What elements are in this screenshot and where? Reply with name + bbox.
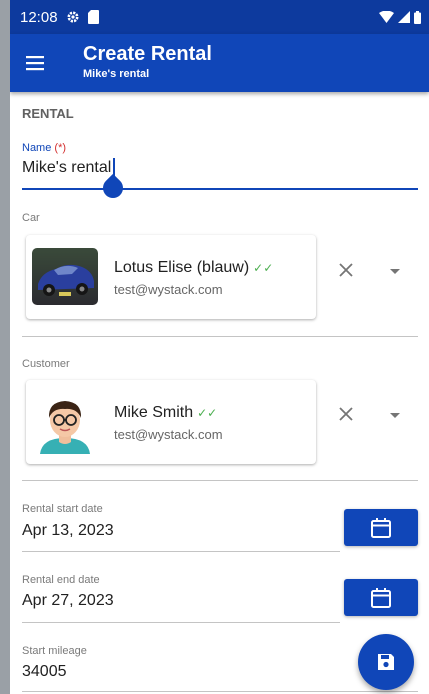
status-bar: 12:08 [10, 0, 429, 34]
wifi-icon [379, 11, 394, 23]
rental-start-calendar-button[interactable] [344, 509, 418, 546]
section-heading: RENTAL [22, 106, 74, 121]
save-icon [378, 654, 394, 670]
signal-icon [398, 11, 410, 23]
verified-icon: ✓✓ [253, 261, 274, 275]
gear-icon [67, 11, 79, 23]
dropdown-arrow-icon[interactable] [388, 408, 402, 422]
calendar-icon [371, 587, 391, 608]
rental-end-input[interactable]: Apr 27, 2023 [22, 592, 114, 610]
customer-avatar [40, 401, 90, 454]
app-bar: Create Rental Mike's rental [10, 34, 429, 92]
close-icon[interactable] [336, 260, 356, 280]
page-subtitle: Mike's rental [83, 68, 150, 80]
car-title: Lotus Elise (blauw) ✓✓ [114, 259, 274, 276]
status-time: 12:08 [20, 8, 58, 26]
car-card[interactable]: Lotus Elise (blauw) ✓✓ test@wystack.com [26, 235, 316, 319]
car-underline [22, 336, 418, 337]
close-icon[interactable] [336, 404, 356, 424]
name-label: Name (*) [22, 142, 67, 154]
verified-icon: ✓✓ [197, 406, 218, 420]
customer-subtitle: test@wystack.com [114, 427, 223, 442]
rental-form: RENTAL Name (*) Mike's rental Car Lotus … [10, 92, 429, 694]
customer-underline [22, 480, 418, 481]
page-title: Create Rental [83, 43, 212, 65]
customer-title: Mike Smith ✓✓ [114, 404, 218, 421]
name-underline [22, 188, 418, 190]
customer-card[interactable]: Mike Smith ✓✓ test@wystack.com [26, 380, 316, 464]
required-marker: (*) [54, 142, 67, 154]
rental-start-underline [22, 551, 340, 552]
name-input[interactable]: Mike's rental [22, 159, 111, 177]
sim-card-icon [87, 10, 99, 24]
battery-icon [414, 10, 421, 24]
dropdown-arrow-icon[interactable] [388, 264, 402, 278]
start-mileage-input[interactable]: 34005 [22, 663, 67, 681]
car-thumbnail [32, 248, 98, 305]
rental-end-calendar-button[interactable] [344, 579, 418, 616]
rental-start-label: Rental start date [22, 503, 103, 515]
calendar-icon [371, 517, 391, 538]
customer-label: Customer [22, 358, 70, 370]
start-mileage-label: Start mileage [22, 645, 87, 657]
device-screen: 12:08 Create Rental Mike's rental RENTAL… [10, 0, 429, 694]
save-button[interactable] [358, 634, 414, 690]
rental-start-input[interactable]: Apr 13, 2023 [22, 522, 114, 540]
menu-icon[interactable] [24, 51, 48, 75]
rental-end-underline [22, 622, 340, 623]
rental-end-label: Rental end date [22, 574, 100, 586]
car-subtitle: test@wystack.com [114, 282, 223, 297]
start-mileage-underline [22, 691, 418, 692]
car-label: Car [22, 212, 40, 224]
